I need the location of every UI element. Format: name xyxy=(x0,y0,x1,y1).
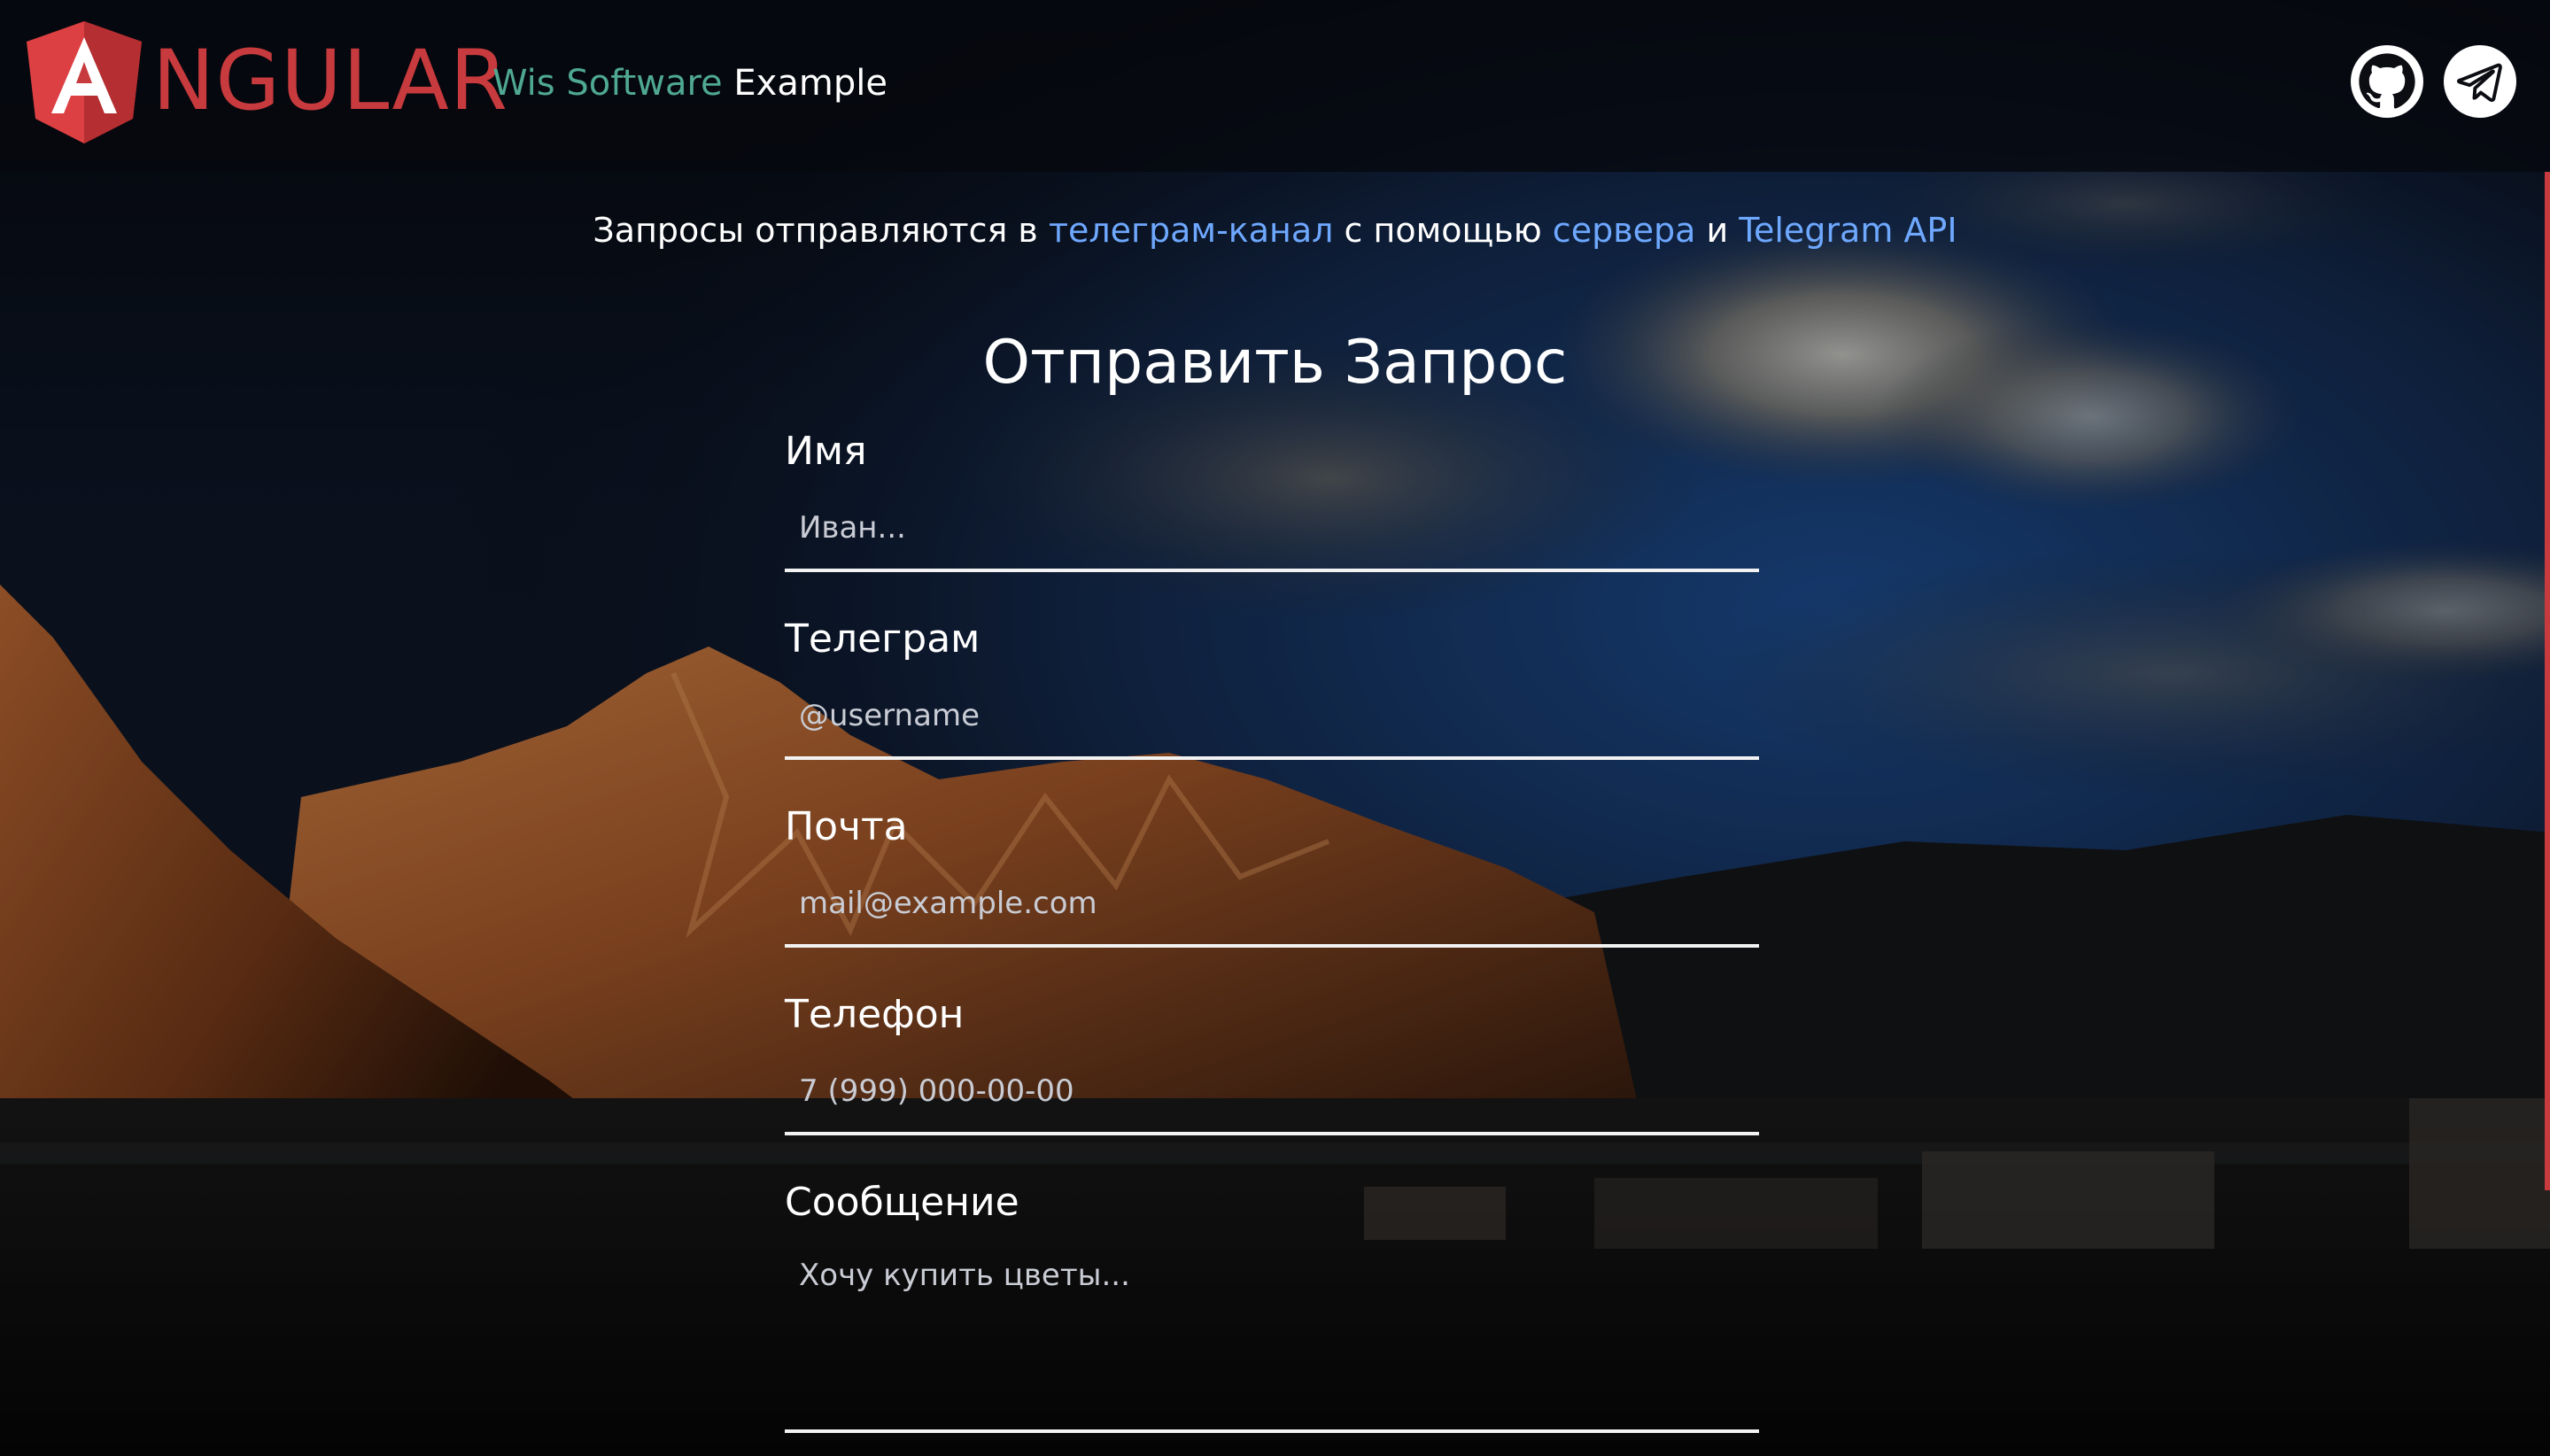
info-text: Запросы отправляются в телеграм-канал с … xyxy=(0,205,2550,255)
brand-example-label: Example xyxy=(733,63,887,104)
phone-input[interactable] xyxy=(785,1050,1759,1135)
message-label: Сообщение xyxy=(785,1180,1019,1225)
email-input[interactable] xyxy=(785,863,1759,948)
brand-title: Wis Software Example xyxy=(492,58,887,108)
telegram-input[interactable] xyxy=(785,675,1759,760)
telegram-link-button[interactable] xyxy=(2444,45,2516,118)
info-mid-2: и xyxy=(1695,211,1740,250)
angular-shield-logo-icon[interactable]: A xyxy=(27,21,142,143)
name-field-group: Имя xyxy=(785,425,1759,572)
phone-label: Телефон xyxy=(785,992,965,1037)
telegram-channel-link[interactable]: телеграм-канал xyxy=(1049,211,1334,250)
top-navbar: A NGULAR Wis Software Example xyxy=(0,0,2550,172)
telegram-api-link[interactable]: Telegram API xyxy=(1739,211,1957,250)
logo-wordmark[interactable]: NGULAR xyxy=(152,35,508,128)
email-field-group: Почта xyxy=(785,801,1759,948)
email-label: Почта xyxy=(785,804,908,849)
telegram-label: Телеграм xyxy=(785,616,980,662)
telegram-field-group: Телеграм xyxy=(785,613,1759,760)
message-field-group: Сообщение xyxy=(785,1176,1759,1433)
name-label: Имя xyxy=(785,429,867,474)
telegram-icon xyxy=(2457,63,2502,103)
github-link-button[interactable] xyxy=(2351,45,2423,118)
server-link[interactable]: сервера xyxy=(1553,211,1696,250)
github-icon xyxy=(2359,53,2415,109)
name-input[interactable] xyxy=(785,487,1759,572)
form-title: Отправить Запрос xyxy=(982,328,1568,398)
message-textarea[interactable] xyxy=(785,1238,1759,1433)
info-prefix: Запросы отправляются в xyxy=(593,211,1049,250)
phone-field-group: Телефон xyxy=(785,988,1759,1135)
page-root: A NGULAR Wis Software Example Запросы от… xyxy=(0,0,2550,1456)
info-mid-1: с помощью xyxy=(1333,211,1553,250)
brand-name: Wis Software xyxy=(492,63,723,104)
